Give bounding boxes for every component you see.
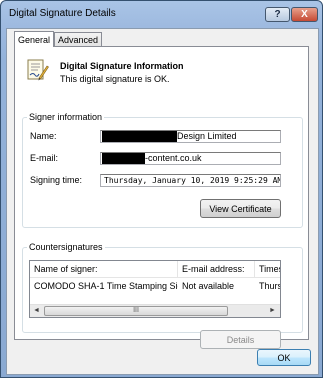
name-label: Name: xyxy=(30,131,57,141)
scroll-left-icon[interactable]: ◄ xyxy=(30,305,43,317)
countersignatures-group: Countersignatures Name of signer: E-mail… xyxy=(22,242,303,349)
scrollbar-thumb[interactable]: III xyxy=(44,306,228,316)
horizontal-scrollbar[interactable]: ◄ III ► xyxy=(30,304,280,317)
signature-status-text: This digital signature is OK. xyxy=(60,74,170,84)
column-header-signer[interactable]: Name of signer: xyxy=(30,261,178,277)
ok-button[interactable]: OK xyxy=(257,349,311,366)
close-button[interactable]: X xyxy=(291,7,318,22)
redaction-block xyxy=(102,131,177,142)
table-row[interactable]: COMODO SHA-1 Time Stamping Signer Not av… xyxy=(30,279,280,293)
dialog-client-area: General Advanced Digital Signature Infor… xyxy=(6,28,319,375)
tab-general[interactable]: General xyxy=(14,31,54,47)
name-field[interactable]: Design Limited xyxy=(100,130,281,143)
redaction-block xyxy=(102,153,145,164)
column-header-email[interactable]: E-mail address: xyxy=(178,261,255,277)
list-header: Name of signer: E-mail address: Timestam… xyxy=(30,261,280,278)
email-field[interactable]: -content.co.uk xyxy=(100,152,281,165)
email-value: -content.co.uk xyxy=(145,153,202,163)
signer-group-label: Signer information xyxy=(27,112,105,122)
cell-email: Not available xyxy=(182,281,235,291)
dialog-window: Digital Signature Details ? X General Ad… xyxy=(0,0,323,378)
cell-signer-name: COMODO SHA-1 Time Stamping Signer xyxy=(34,281,178,291)
countersignatures-group-label: Countersignatures xyxy=(27,242,105,252)
name-value: Design Limited xyxy=(177,131,237,141)
signature-info-heading: Digital Signature Information xyxy=(60,61,184,71)
tab-advanced[interactable]: Advanced xyxy=(54,32,102,46)
signing-time-field[interactable]: Thursday, January 10, 2019 9:25:29 AM xyxy=(100,174,281,187)
window-title: Digital Signature Details xyxy=(9,8,116,19)
general-tab-page: Digital Signature Information This digit… xyxy=(14,46,309,349)
signing-time-label: Signing time: xyxy=(30,175,83,185)
help-button[interactable]: ? xyxy=(265,7,290,22)
cell-timestamp: Thursday xyxy=(259,281,280,291)
scroll-right-icon[interactable]: ► xyxy=(266,305,279,317)
details-button[interactable]: Details xyxy=(200,330,281,349)
email-label: E-mail: xyxy=(30,153,59,163)
column-header-timestamp[interactable]: Timestamp xyxy=(255,261,280,277)
certificate-signature-icon xyxy=(27,59,49,81)
countersignature-list[interactable]: Name of signer: E-mail address: Timestam… xyxy=(29,260,281,318)
view-certificate-button[interactable]: View Certificate xyxy=(200,199,281,218)
signer-information-group: Signer information Name: Design Limited … xyxy=(22,112,303,228)
